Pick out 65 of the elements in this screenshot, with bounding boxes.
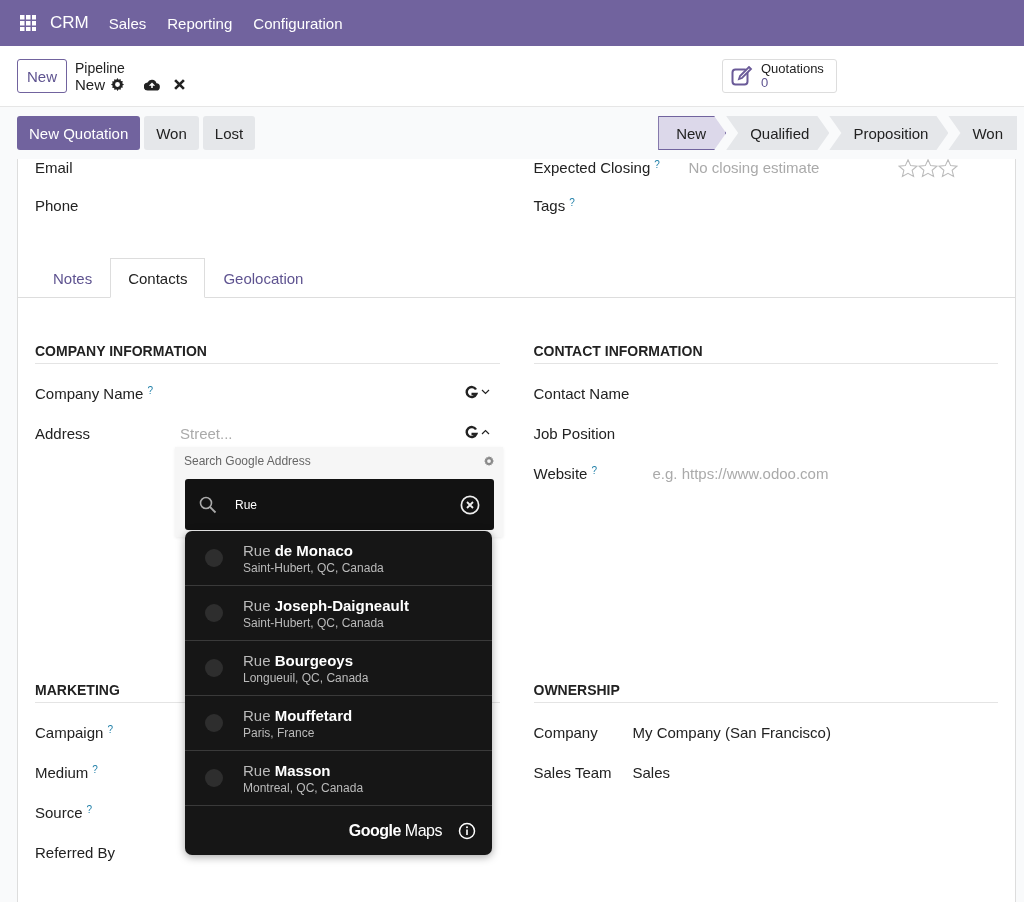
address-suggestion[interactable]: Rue Joseph-Daigneault Saint-Hubert, QC, Canada xyxy=(185,586,492,641)
priority-stars[interactable] xyxy=(898,159,958,178)
tab[interactable]: Notes xyxy=(35,258,111,298)
settings-icon[interactable] xyxy=(484,456,494,466)
field-label: Phone xyxy=(35,197,79,214)
field-label: Company xyxy=(533,724,599,743)
app-name[interactable]: CRM xyxy=(50,13,89,33)
section-title: COMPANY INFORMATION xyxy=(35,343,500,364)
menu-item[interactable]: Reporting xyxy=(167,14,233,32)
field-value[interactable]: Sales xyxy=(632,764,671,782)
panel-title: Search Google Address xyxy=(184,454,311,468)
section-title: CONTACT INFORMATION xyxy=(533,343,998,364)
tab[interactable]: Geolocation xyxy=(205,258,322,298)
stage-step[interactable]: New xyxy=(658,116,727,150)
address-suggestion[interactable]: Rue Bourgeoys Longueuil, QC, Canada xyxy=(185,641,492,696)
field-label: Referred By xyxy=(35,844,117,863)
field-value[interactable]: My Company (San Francisco) xyxy=(632,724,831,742)
cloud-upload-icon[interactable] xyxy=(144,77,161,91)
action-button[interactable]: Lost xyxy=(202,116,256,150)
stage-step[interactable]: Proposition xyxy=(829,116,949,150)
place-icon xyxy=(205,769,223,787)
field-label: Contact Name xyxy=(533,385,631,404)
field-label: Email xyxy=(35,159,73,176)
google-toggle-icon[interactable] xyxy=(463,385,490,399)
field-label: Medium $^{?}$ xyxy=(35,764,99,783)
field-label: Job Position xyxy=(533,425,617,444)
primary-action-button[interactable]: New Quotation xyxy=(17,116,141,150)
field-label: Tags $^{?}$ xyxy=(533,197,576,214)
search-icon xyxy=(199,495,217,514)
place-icon xyxy=(205,604,223,622)
tab[interactable]: Contacts xyxy=(110,258,206,298)
edit-icon xyxy=(731,66,753,86)
field-label: Source $^{?}$ xyxy=(35,804,94,823)
address-suggestion[interactable]: Rue Mouffetard Paris, France xyxy=(185,696,492,751)
place-icon xyxy=(205,549,223,567)
field-label: Address xyxy=(35,425,92,444)
menu-item[interactable]: Sales xyxy=(108,14,147,32)
stage-step[interactable]: Won xyxy=(948,116,1017,150)
apps-grid-icon[interactable] xyxy=(20,15,36,31)
search-field[interactable]: Rue xyxy=(185,479,494,530)
clear-icon[interactable] xyxy=(460,494,480,515)
google-maps-logo: Google Maps xyxy=(348,821,442,840)
field-label: Sales Team xyxy=(533,764,613,783)
address-suggestion[interactable]: Rue Masson Montreal, QC, Canada xyxy=(185,751,492,806)
field-label: Expected Closing $^{?}$ xyxy=(533,159,661,176)
field-label: Website $^{?}$ xyxy=(533,465,598,484)
new-button[interactable]: New xyxy=(17,59,67,93)
action-button[interactable]: Won xyxy=(144,116,199,150)
stage-step[interactable]: Qualified xyxy=(726,116,830,150)
field-label: Company Name $^{?}$ xyxy=(35,385,154,404)
place-icon xyxy=(205,714,223,732)
quotations-count: 0 xyxy=(761,76,769,90)
gear-icon[interactable] xyxy=(111,77,125,91)
google-toggle-icon[interactable] xyxy=(463,425,490,439)
place-icon xyxy=(205,659,223,677)
info-icon[interactable] xyxy=(458,821,476,840)
quotations-label: Quotations xyxy=(761,62,824,76)
address-suggestion[interactable]: Rue de Monaco Saint-Hubert, QC, Canada xyxy=(185,531,492,586)
menu-item[interactable]: Configuration xyxy=(253,14,343,32)
quotations-button[interactable]: Quotations 0 xyxy=(722,59,837,93)
field-label: Campaign $^{?}$ xyxy=(35,724,114,743)
close-icon[interactable] xyxy=(174,78,186,90)
record-name: New xyxy=(75,75,106,93)
section-title: OWNERSHIP xyxy=(533,682,998,703)
breadcrumb-link[interactable]: Pipeline xyxy=(75,59,186,76)
